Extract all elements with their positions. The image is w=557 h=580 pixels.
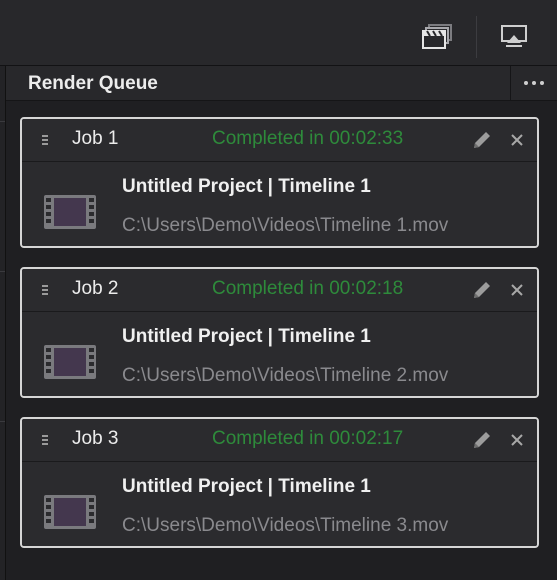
job-body: Untitled Project | Timeline 1 C:\Users\D… bbox=[22, 162, 537, 246]
edit-pencil-icon[interactable] bbox=[471, 129, 493, 151]
render-job-card[interactable]: Job 1 Completed in 00:02:33 Untitled Pro… bbox=[20, 117, 539, 248]
job-status: Completed in 00:02:33 bbox=[212, 128, 404, 149]
close-icon[interactable] bbox=[507, 280, 527, 300]
close-icon[interactable] bbox=[507, 430, 527, 450]
job-name: Job 3 bbox=[72, 428, 119, 449]
job-body: Untitled Project | Timeline 1 C:\Users\D… bbox=[22, 462, 537, 546]
more-options-button[interactable] bbox=[510, 66, 557, 100]
drag-handle-icon[interactable] bbox=[42, 435, 50, 445]
render-queue-list: Job 1 Completed in 00:02:33 Untitled Pro… bbox=[6, 101, 557, 580]
job-header: Job 2 Completed in 00:02:18 bbox=[22, 269, 537, 312]
drag-handle-icon[interactable] bbox=[42, 285, 50, 295]
job-output-path: C:\Users\Demo\Videos\Timeline 3.mov bbox=[122, 515, 449, 536]
more-dots-icon bbox=[524, 81, 528, 85]
job-status: Completed in 00:02:18 bbox=[212, 278, 404, 299]
panel-title: Render Queue bbox=[28, 73, 158, 94]
film-strip-icon bbox=[44, 345, 96, 379]
close-icon[interactable] bbox=[507, 130, 527, 150]
job-status: Completed in 00:02:17 bbox=[212, 428, 404, 449]
job-output-path: C:\Users\Demo\Videos\Timeline 1.mov bbox=[122, 215, 449, 236]
render-job-card[interactable]: Job 2 Completed in 00:02:18 Untitled Pro… bbox=[20, 267, 539, 398]
render-job-card[interactable]: Job 3 Completed in 00:02:17 Untitled Pro… bbox=[20, 417, 539, 548]
job-project-title: Untitled Project | Timeline 1 bbox=[122, 476, 371, 497]
drag-handle-icon[interactable] bbox=[42, 135, 50, 145]
job-header: Job 3 Completed in 00:02:17 bbox=[22, 419, 537, 462]
monitor-output-icon[interactable] bbox=[500, 24, 530, 50]
job-name: Job 2 bbox=[72, 278, 119, 299]
job-body: Untitled Project | Timeline 1 C:\Users\D… bbox=[22, 312, 537, 396]
film-strip-icon bbox=[44, 495, 96, 529]
render-queue-header: Render Queue bbox=[6, 66, 557, 101]
clapperboard-stack-icon[interactable] bbox=[421, 24, 452, 50]
film-strip-icon bbox=[44, 195, 96, 229]
job-header: Job 1 Completed in 00:02:33 bbox=[22, 119, 537, 162]
edit-pencil-icon[interactable] bbox=[471, 279, 493, 301]
edit-pencil-icon[interactable] bbox=[471, 429, 493, 451]
job-project-title: Untitled Project | Timeline 1 bbox=[122, 176, 371, 197]
job-output-path: C:\Users\Demo\Videos\Timeline 2.mov bbox=[122, 365, 449, 386]
job-project-title: Untitled Project | Timeline 1 bbox=[122, 326, 371, 347]
toolbar-divider bbox=[476, 16, 477, 58]
top-toolbar bbox=[0, 0, 557, 66]
job-name: Job 1 bbox=[72, 128, 119, 149]
